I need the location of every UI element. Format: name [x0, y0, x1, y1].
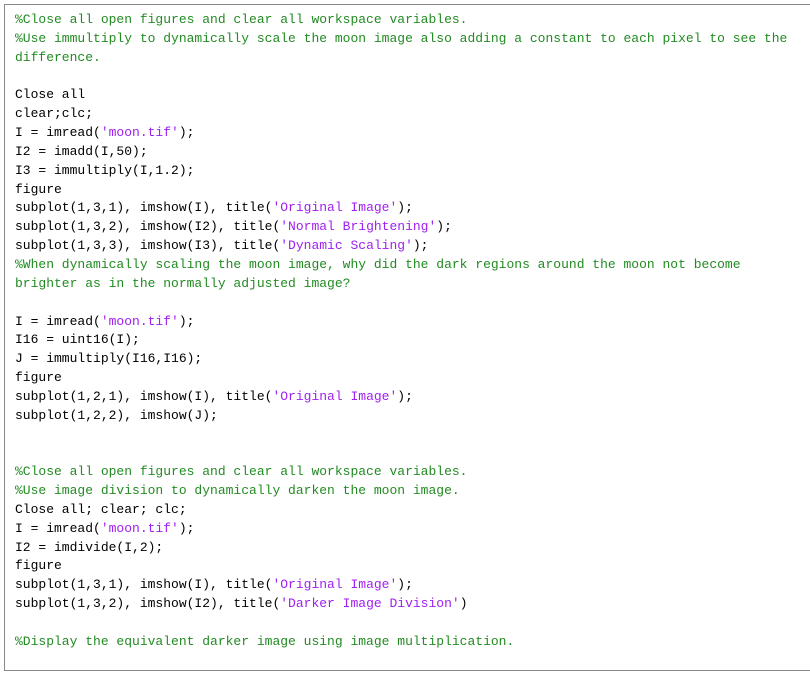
code-token: 'Dynamic Scaling' — [280, 238, 413, 253]
code-token: I2 = imdivide(I,2); — [15, 540, 163, 555]
code-line: %Close all open figures and clear all wo… — [15, 11, 803, 30]
code-token: subplot(1,3,3), imshow(I3), title( — [15, 238, 280, 253]
code-line: subplot(1,3,2), imshow(I2), title('Darke… — [15, 595, 803, 614]
code-line: figure — [15, 557, 803, 576]
code-line: %Use immultiply to dynamically scale the… — [15, 30, 803, 68]
code-line: I2 = imadd(I,50); — [15, 143, 803, 162]
code-token: I16 = uint16(I); — [15, 332, 140, 347]
code-token: Close all; clear; clc; — [15, 502, 187, 517]
code-token: clear;clc; — [15, 106, 93, 121]
code-token: %Use image division to dynamically darke… — [15, 483, 460, 498]
code-token: subplot(1,3,2), imshow(I2), title( — [15, 219, 280, 234]
code-line: I2 = imdivide(I,2); — [15, 539, 803, 558]
code-token: ); — [413, 238, 429, 253]
code-token: 'Darker Image Division' — [280, 596, 459, 611]
code-line — [15, 444, 803, 463]
code-block: %Close all open figures and clear all wo… — [4, 4, 810, 671]
code-line: figure — [15, 369, 803, 388]
code-line: %Close all open figures and clear all wo… — [15, 463, 803, 482]
code-token: figure — [15, 558, 62, 573]
code-token: ); — [397, 389, 413, 404]
code-line: %Use image division to dynamically darke… — [15, 482, 803, 501]
code-line: I = imread('moon.tif'); — [15, 520, 803, 539]
code-token: I3 = immultiply(I,1.2); — [15, 163, 194, 178]
code-token: figure — [15, 182, 62, 197]
code-token: %Use immultiply to dynamically scale the… — [15, 31, 795, 65]
code-token: 'moon.tif' — [101, 521, 179, 536]
code-line: I3 = immultiply(I,1.2); — [15, 162, 803, 181]
code-token: ); — [179, 521, 195, 536]
code-token: I = imread( — [15, 521, 101, 536]
code-token: subplot(1,2,2), imshow(J); — [15, 408, 218, 423]
code-line: clear;clc; — [15, 105, 803, 124]
code-token: I = imread( — [15, 125, 101, 140]
code-line: subplot(1,2,2), imshow(J); — [15, 407, 803, 426]
code-token: 'Original Image' — [272, 577, 397, 592]
code-token: ); — [179, 125, 195, 140]
code-token: I = imread( — [15, 314, 101, 329]
code-token: 'Normal Brightening' — [280, 219, 436, 234]
code-token: ); — [436, 219, 452, 234]
code-line — [15, 426, 803, 445]
code-token: 'moon.tif' — [101, 125, 179, 140]
code-line: J = immultiply(I16,I16); — [15, 350, 803, 369]
code-line: %Display the equivalent darker image usi… — [15, 633, 803, 652]
code-line: I16 = uint16(I); — [15, 331, 803, 350]
code-token: %Close all open figures and clear all wo… — [15, 464, 467, 479]
code-token: figure — [15, 370, 62, 385]
code-line: %When dynamically scaling the moon image… — [15, 256, 803, 294]
code-token: J = immultiply(I16,I16); — [15, 351, 202, 366]
code-token: %Close all open figures and clear all wo… — [15, 12, 467, 27]
code-line — [15, 614, 803, 633]
code-token: subplot(1,3,1), imshow(I), title( — [15, 200, 272, 215]
code-token: 'Original Image' — [272, 389, 397, 404]
code-line: figure — [15, 181, 803, 200]
code-token: 'Original Image' — [272, 200, 397, 215]
code-token: subplot(1,2,1), imshow(I), title( — [15, 389, 272, 404]
code-token: ); — [179, 314, 195, 329]
code-line: subplot(1,3,2), imshow(I2), title('Norma… — [15, 218, 803, 237]
code-token: 'moon.tif' — [101, 314, 179, 329]
code-token: %When dynamically scaling the moon image… — [15, 257, 748, 291]
code-line: Close all; clear; clc; — [15, 501, 803, 520]
code-token: I2 = imadd(I,50); — [15, 144, 148, 159]
code-token: Close all — [15, 87, 85, 102]
code-line: subplot(1,3,1), imshow(I), title('Origin… — [15, 199, 803, 218]
code-line: subplot(1,3,3), imshow(I3), title('Dynam… — [15, 237, 803, 256]
code-token: subplot(1,3,1), imshow(I), title( — [15, 577, 272, 592]
code-token: subplot(1,3,2), imshow(I2), title( — [15, 596, 280, 611]
code-token: ); — [397, 200, 413, 215]
code-token: ) — [460, 596, 468, 611]
code-line: subplot(1,2,1), imshow(I), title('Origin… — [15, 388, 803, 407]
code-line — [15, 68, 803, 87]
code-token: ); — [397, 577, 413, 592]
code-line: Close all — [15, 86, 803, 105]
code-line: I = imread('moon.tif'); — [15, 313, 803, 332]
code-line: subplot(1,3,1), imshow(I), title('Origin… — [15, 576, 803, 595]
code-line: I = imread('moon.tif'); — [15, 124, 803, 143]
code-line — [15, 294, 803, 313]
